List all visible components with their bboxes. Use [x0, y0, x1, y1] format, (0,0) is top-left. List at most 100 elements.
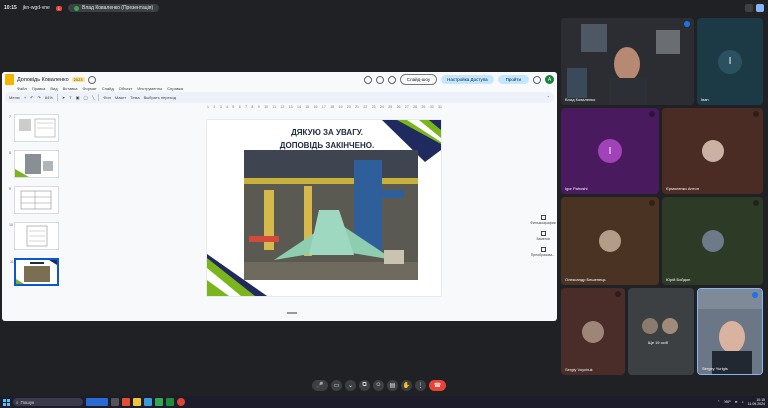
- layout-icon[interactable]: [745, 4, 753, 12]
- participant-name: Олександр Бешенець: [565, 277, 606, 282]
- fullscreen-icon[interactable]: [756, 4, 764, 12]
- undo-icon[interactable]: ↶: [30, 95, 33, 100]
- menu-item-help[interactable]: Справка: [167, 86, 183, 91]
- chrome-icon[interactable]: [177, 398, 185, 406]
- menu-search[interactable]: Меню: [9, 95, 20, 100]
- textbox-icon[interactable]: T: [69, 95, 71, 100]
- speaking-indicator-icon: [752, 292, 758, 298]
- filmstrip: 7 8 9 10 11: [6, 110, 70, 310]
- participant-tile-presenter[interactable]: Влад Коваленко: [561, 18, 694, 105]
- app-icon[interactable]: [122, 398, 130, 406]
- taskbar: ⌕ Пошук ⌃ УКР ≋ ◖ 10:15 11.09.2024: [0, 396, 768, 408]
- thumbnail-preview: [20, 190, 52, 210]
- menu-item-object[interactable]: Объект: [119, 86, 133, 91]
- line-icon[interactable]: ╲: [92, 95, 94, 100]
- scroll-thumb[interactable]: [287, 312, 297, 314]
- document-title[interactable]: Доповідь Коваленко: [17, 77, 69, 83]
- menu-item-view[interactable]: Вид: [50, 86, 57, 91]
- slide-thumbnail[interactable]: 10: [9, 222, 59, 250]
- slide-thumbnail[interactable]: 8: [9, 150, 59, 178]
- redo-icon[interactable]: ↷: [38, 95, 41, 100]
- image-icon[interactable]: ▣: [76, 95, 80, 100]
- language-indicator[interactable]: УКР: [724, 400, 731, 404]
- presenting-indicator-icon: [74, 5, 79, 11]
- participant-name: Юрій Бойдон: [666, 277, 691, 282]
- participant-tile[interactable]: І Іван: [697, 18, 763, 105]
- history-icon[interactable]: [363, 75, 372, 84]
- menu-item-tools[interactable]: Инструменты: [137, 86, 162, 91]
- captions-button[interactable]: ▤: [387, 379, 398, 391]
- camera-button[interactable]: ▭: [331, 379, 342, 391]
- meet-icon[interactable]: [387, 75, 396, 84]
- select-icon[interactable]: ➤: [62, 95, 65, 100]
- theme-button[interactable]: Тема: [130, 95, 139, 100]
- microphone-button[interactable]: 🎤: [312, 379, 328, 391]
- mic-muted-icon: [753, 111, 759, 117]
- volume-icon[interactable]: ◖: [742, 400, 744, 404]
- menu-item-format[interactable]: Формат: [82, 86, 96, 91]
- menu-item-file[interactable]: Файл: [17, 86, 27, 91]
- current-slide[interactable]: ДЯКУЮ ЗА УВАГУ. ДОПОВІДЬ ЗАКІНЧЕНО.: [207, 120, 441, 296]
- windows-start-icon[interactable]: [3, 398, 10, 406]
- slides-body: 7 8 9 10 11 ДЯКУЮ ЗА УВАГУ. ДОПОВІДЬ ЗАК…: [2, 110, 557, 321]
- convert-tool[interactable]: Преобразова...: [529, 247, 557, 257]
- zoom-select[interactable]: 84%: [45, 95, 53, 100]
- more-controls-button[interactable]: ⌄: [345, 379, 356, 391]
- taskbar-clock[interactable]: 10:15 11.09.2024: [748, 398, 765, 406]
- raise-hand-button[interactable]: ✋: [401, 379, 412, 391]
- menu-item-slide[interactable]: Слайд: [102, 86, 114, 91]
- app-icon[interactable]: [155, 398, 163, 406]
- participant-tile[interactable]: Юрій Бойдон: [662, 197, 763, 285]
- app-icon[interactable]: [144, 398, 152, 406]
- more-participants-tile[interactable]: Ще 19 осіб: [628, 288, 694, 375]
- taskbar-thumbnail[interactable]: [86, 398, 108, 406]
- file-explorer-icon[interactable]: [133, 398, 141, 406]
- meeting-code[interactable]: jkn-wgd-vne: [23, 5, 50, 11]
- filmstrip-tool[interactable]: Фильмоарафии: [529, 215, 557, 225]
- participant-avatar: [599, 230, 621, 252]
- user-avatar[interactable]: А: [545, 75, 554, 84]
- transition-button[interactable]: Выбрать переход: [144, 95, 176, 100]
- speaking-indicator-icon: [684, 21, 690, 27]
- comment-icon[interactable]: [375, 75, 384, 84]
- factory-photo: [244, 150, 418, 280]
- layout-button[interactable]: Макет: [115, 95, 126, 100]
- participant-tile[interactable]: Sergiy Voychuk: [561, 288, 625, 375]
- participant-tile[interactable]: Олександр Бешенець: [561, 197, 659, 285]
- present-button[interactable]: ⧉: [359, 379, 370, 391]
- tray-arrow-icon[interactable]: ⌃: [717, 400, 720, 404]
- menu-item-edit[interactable]: Правка: [32, 86, 46, 91]
- participant-tile[interactable]: I Igor Pahoshi: [561, 108, 659, 194]
- emoji-button[interactable]: ☺: [373, 379, 384, 391]
- slide-canvas[interactable]: ДЯКУЮ ЗА УВАГУ. ДОПОВІДЬ ЗАКІНЧЕНО.: [72, 110, 512, 310]
- new-slide-icon[interactable]: +: [24, 95, 26, 100]
- participant-tile-self[interactable]: Sergey Yurigis: [697, 288, 763, 375]
- access-settings-button[interactable]: Настройка Доступа: [441, 75, 494, 84]
- more-options-button[interactable]: ⋮: [415, 379, 426, 391]
- app-icon[interactable]: [166, 398, 174, 406]
- search-placeholder: Пошук: [20, 399, 35, 405]
- slide-thumbnail-selected[interactable]: 11: [10, 258, 59, 286]
- horizontal-scrollbar[interactable]: [72, 312, 512, 315]
- task-view-icon[interactable]: [111, 398, 119, 406]
- notes-tool[interactable]: Заметки: [529, 231, 557, 241]
- participant-tile[interactable]: Єрмоленко Антон: [662, 108, 763, 194]
- star-icon[interactable]: [87, 75, 96, 84]
- taskbar-search[interactable]: ⌕ Пошук: [13, 398, 83, 406]
- slides-logo-icon: [5, 74, 14, 85]
- slide-thumbnail[interactable]: 7: [9, 114, 59, 142]
- end-call-button[interactable]: ☎: [429, 379, 446, 391]
- menu-item-insert[interactable]: Вставка: [63, 86, 78, 91]
- presentation-tab-pill[interactable]: Влад Коваленко (Презентація): [68, 4, 160, 12]
- collapse-toolbar-icon[interactable]: ⌃: [547, 95, 550, 100]
- share-button[interactable]: Пройти: [497, 75, 529, 84]
- slideshow-button[interactable]: Слайд-шоу: [399, 74, 438, 85]
- participant-initial-avatar: І: [718, 49, 742, 74]
- convert-icon: [540, 247, 546, 252]
- wifi-icon[interactable]: ≋: [735, 400, 738, 404]
- gemini-icon[interactable]: [533, 75, 541, 84]
- background-button[interactable]: Фон: [103, 95, 110, 100]
- participant-name: Igor Pahoshi: [565, 186, 588, 191]
- shape-icon[interactable]: ◯: [83, 95, 87, 100]
- slide-thumbnail[interactable]: 9: [9, 186, 59, 214]
